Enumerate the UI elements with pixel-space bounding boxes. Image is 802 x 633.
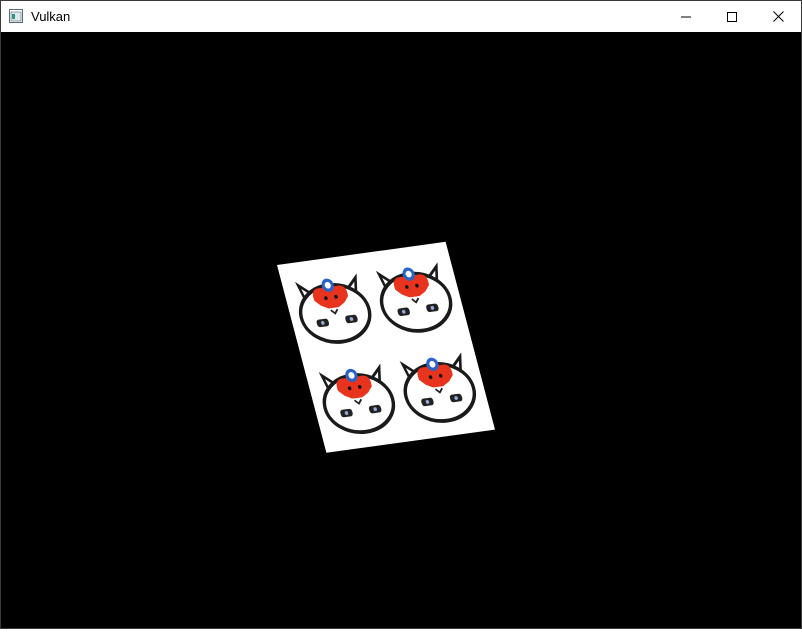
window-title: Vulkan — [31, 9, 71, 24]
maximize-icon — [727, 11, 737, 22]
textured-quad — [277, 241, 496, 453]
close-icon — [772, 11, 784, 22]
maximize-button[interactable] — [709, 1, 755, 32]
texture-plane — [277, 241, 496, 453]
close-button[interactable] — [755, 1, 801, 32]
app-window-icon — [9, 9, 23, 23]
minimize-button[interactable] — [663, 1, 709, 32]
render-viewport[interactable] — [1, 32, 801, 628]
app-window: Vulkan — [0, 0, 802, 629]
title-bar[interactable]: Vulkan — [1, 1, 801, 32]
minimize-icon — [681, 12, 691, 22]
